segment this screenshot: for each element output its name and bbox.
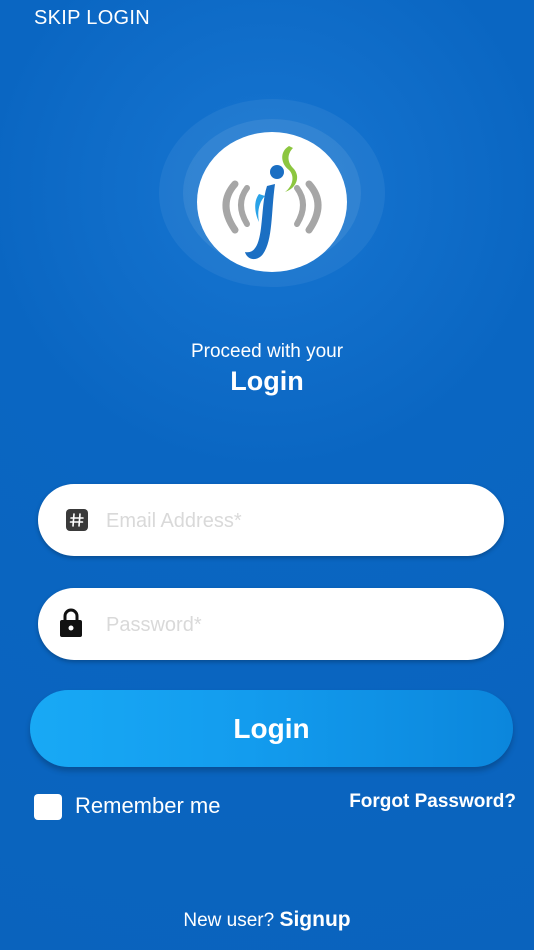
email-field[interactable] — [38, 484, 504, 556]
remember-me-checkbox[interactable] — [34, 794, 62, 820]
password-field[interactable] — [38, 588, 504, 660]
hash-icon — [66, 509, 88, 531]
new-user-text: New user? — [183, 910, 275, 931]
login-screen: SKIP LOGIN Proceed with your Login Email… — [0, 0, 534, 950]
password-input[interactable] — [104, 606, 488, 644]
login-button[interactable]: Login — [30, 690, 513, 767]
page-title: Login — [230, 366, 304, 396]
remember-me-label[interactable]: Remember me — [75, 793, 220, 819]
skip-login-button[interactable]: SKIP LOGIN — [34, 7, 150, 30]
email-input[interactable] — [104, 502, 488, 540]
app-logo-icon — [197, 132, 347, 272]
logo-area — [159, 99, 385, 287]
forgot-password-link[interactable]: Forgot Password? — [349, 791, 516, 813]
signup-link[interactable]: Signup — [279, 908, 350, 931]
login-subtitle: Proceed with your — [190, 341, 344, 362]
signup-prompt: New user? Signup — [0, 908, 534, 932]
lock-icon — [58, 608, 84, 638]
